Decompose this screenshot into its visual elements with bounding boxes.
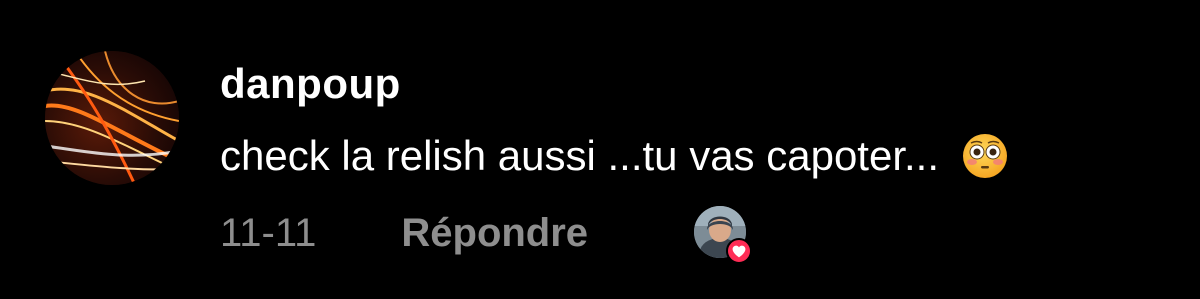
- reply-button[interactable]: Répondre: [401, 211, 588, 256]
- comment-username[interactable]: danpoup: [220, 60, 401, 108]
- comment-body: check la relish aussi ...tu vas capoter.…: [220, 132, 1009, 180]
- comment-meta: 11-11 Répondre: [220, 209, 588, 257]
- comment-date: 11-11: [220, 210, 317, 255]
- avatar-light-trails-image: [45, 51, 179, 185]
- creator-liked-indicator: [694, 206, 752, 264]
- heart-icon: [726, 238, 752, 264]
- comment-text: check la relish aussi ...tu vas capoter.…: [220, 132, 940, 179]
- flushed-face-emoji-icon: [961, 132, 1009, 180]
- comment-item: danpoup check la relish aussi ...tu vas …: [0, 0, 1200, 299]
- user-avatar[interactable]: [45, 51, 179, 185]
